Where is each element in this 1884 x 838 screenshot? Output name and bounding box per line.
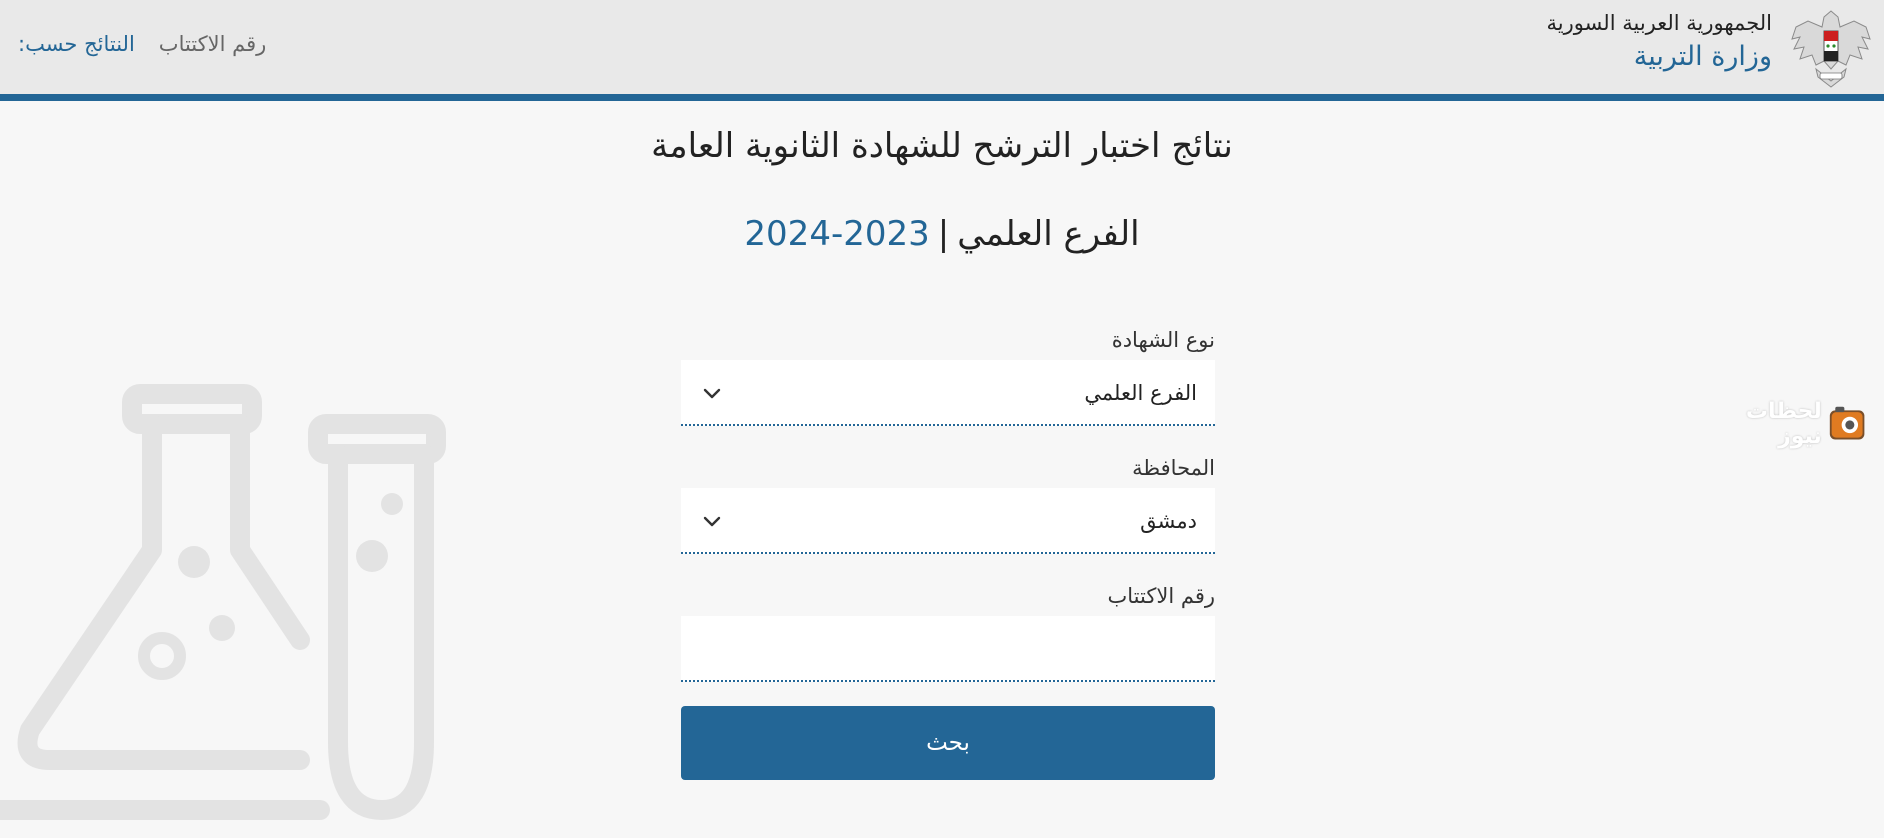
brand-block: الجمهورية العربية السورية وزارة التربية [1546, 8, 1772, 76]
page-title: نتائج اختبار الترشح للشهادة الثانوية الع… [651, 126, 1233, 166]
ministry-name: وزارة التربية [1633, 41, 1772, 72]
subscription-number-label: رقم الاكتتاب [1107, 584, 1215, 608]
academic-year: 2023-2024 [744, 214, 930, 254]
certificate-type-value: الفرع العلمي [1084, 381, 1197, 405]
branch-name: الفرع العلمي [957, 214, 1140, 254]
certificate-type-label: نوع الشهادة [1111, 328, 1215, 352]
site-header: الجمهورية العربية السورية وزارة التربية … [0, 0, 1884, 101]
results-by-subscription-link[interactable]: رقم الاكتتاب [159, 32, 266, 56]
country-name: الجمهورية العربية السورية [1546, 11, 1772, 35]
chevron-down-icon [703, 516, 721, 527]
subscription-number-field [681, 616, 1215, 682]
results-by-label: النتائج حسب: [18, 32, 135, 56]
chevron-down-icon [703, 388, 721, 399]
watermark: لحظات نيوز [1706, 399, 1866, 449]
subscription-number-input[interactable] [681, 616, 1215, 682]
syrian-eagle-emblem-icon [1791, 10, 1871, 88]
camera-logo-icon [1829, 406, 1865, 440]
governorate-label: المحافظة [1132, 456, 1215, 480]
search-button[interactable]: بحث [681, 706, 1215, 780]
results-by-nav: النتائج حسب: رقم الاكتتاب [18, 32, 266, 56]
certificate-type-select[interactable]: الفرع العلمي [681, 360, 1215, 426]
results-search-form: نوع الشهادة الفرع العلمي المحافظة دمشق ر… [681, 320, 1215, 780]
governorate-select[interactable]: دمشق [681, 488, 1215, 554]
lab-flask-icon [0, 384, 446, 820]
page-subtitle: الفرع العلمي|2023-2024 [0, 214, 1884, 254]
watermark-text: لحظات نيوز [1745, 399, 1822, 449]
title-separator: | [937, 214, 950, 254]
governorate-value: دمشق [1140, 509, 1197, 533]
